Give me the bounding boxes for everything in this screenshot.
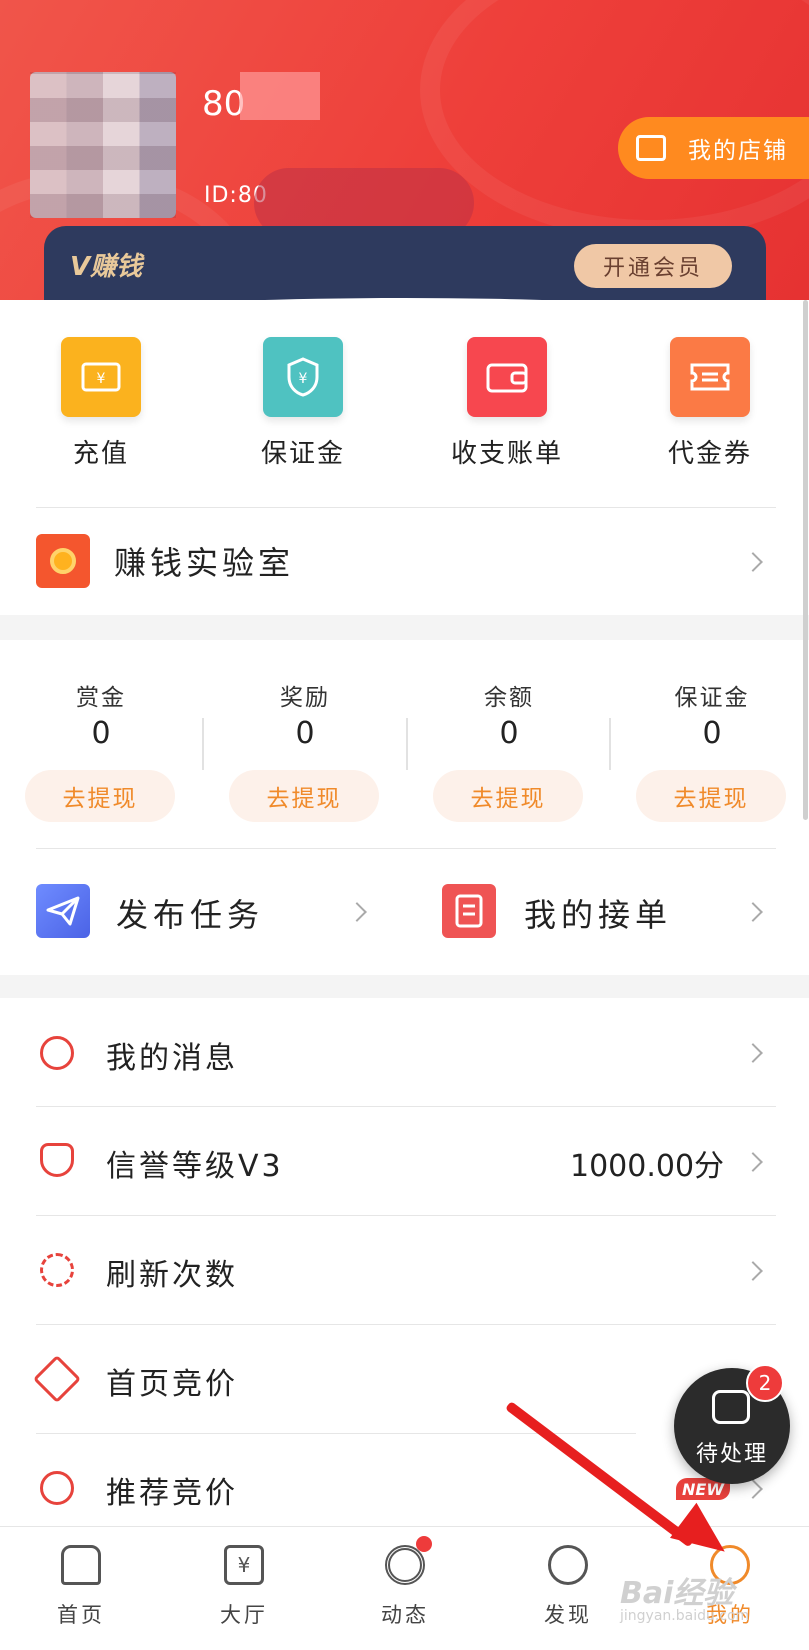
username-mosaic [240,72,320,120]
tab-home[interactable]: 首页 [26,1545,136,1629]
publish-task-label[interactable]: 发布任务 [116,890,264,936]
wallet-icon [467,337,547,417]
quick-action-label: 代金券 [667,439,752,469]
home-icon [61,1545,101,1585]
divider [36,848,776,849]
quick-action-label: 收支账单 [450,439,563,469]
balance-value: 0 [295,716,315,751]
divider [36,1215,776,1216]
quick-action-coupons[interactable]: 代金券 [630,337,790,470]
ticket-yen-icon: ¥ [61,337,141,417]
tab-label: 首页 [57,1603,105,1627]
yen-coin-icon [40,1471,74,1505]
credit-shield-icon [40,1143,74,1177]
compass-icon [548,1545,588,1585]
pending-clock-icon [712,1390,750,1424]
menu-item-home-bidding[interactable]: 首页竞价 [106,1359,238,1403]
broadcast-icon [385,1536,432,1585]
withdraw-button[interactable]: 去提现 [25,770,175,822]
divider [406,718,408,770]
balance-label: 赏金 [76,685,126,711]
watermark-url: jingyan.baidu.com [620,1608,750,1624]
balance-value: 0 [499,716,519,751]
quick-action-bills[interactable]: 收支账单 [427,337,587,470]
shield-yen-icon: ¥ [263,337,343,417]
divider [609,718,611,770]
message-icon [40,1036,74,1070]
my-shop-label: 我的店铺 [688,138,788,164]
money-lab-label[interactable]: 赚钱实验室 [114,538,294,584]
pending-label: 待处理 [695,1442,768,1467]
scrollbar[interactable] [803,300,808,820]
withdraw-button[interactable]: 去提现 [433,770,583,822]
balance-label: 保证金 [674,685,750,711]
vip-logo: V赚钱 [70,252,143,282]
balance-bounty: 赏金 0 [21,678,181,751]
notification-dot [416,1536,432,1552]
coin-icon [36,534,90,588]
divider [202,718,204,770]
pending-floating-button[interactable]: 待处理 2 [674,1364,790,1484]
order-list-icon [442,884,496,938]
quick-action-label: 保证金 [260,439,345,469]
tab-label: 动态 [381,1603,429,1627]
pending-count-badge: 2 [746,1364,784,1402]
svg-text:¥: ¥ [299,371,308,387]
tab-discover[interactable]: 发现 [513,1545,623,1629]
quick-action-deposit[interactable]: ¥ 保证金 [223,337,383,470]
quick-action-recharge[interactable]: ¥ 充值 [21,337,181,470]
menu-item-credit-level[interactable]: 信誉等级V3 [106,1141,284,1185]
divider [36,1106,776,1107]
username: 80 [202,84,246,124]
withdraw-button[interactable]: 去提现 [636,770,786,822]
hall-icon: ¥ [224,1545,264,1585]
divider [36,1324,776,1325]
refresh-icon [40,1253,74,1287]
balance-value: 0 [91,716,111,751]
tab-feed[interactable]: 动态 [350,1536,460,1629]
svg-text:¥: ¥ [97,371,106,387]
avatar[interactable] [30,72,176,218]
coupon-icon [670,337,750,417]
divider [36,507,776,508]
menu-item-messages[interactable]: 我的消息 [106,1033,238,1077]
watermark-logo: Bai经验 [620,1576,734,1611]
menu-item-refresh-count[interactable]: 刷新次数 [106,1250,238,1294]
shop-icon [636,135,666,161]
balance-label: 余额 [484,685,534,711]
quick-action-label: 充值 [72,439,129,469]
credit-score: 1000.00分 [570,1149,725,1184]
balance-label: 奖励 [280,685,330,711]
my-shop-button[interactable]: 我的店铺 [618,117,809,179]
withdraw-button[interactable]: 去提现 [229,770,379,822]
balance-deposit: 保证金 0 [632,678,792,751]
my-orders-label[interactable]: 我的接单 [524,890,672,936]
tab-label: 大厅 [220,1603,268,1627]
open-vip-button[interactable]: 开通会员 [574,244,732,288]
balance-remaining: 余额 0 [429,678,589,751]
balance-value: 0 [702,716,722,751]
tab-label: 发现 [544,1603,592,1627]
paper-plane-icon [36,884,90,938]
balance-reward: 奖励 0 [225,678,385,751]
menu-item-recommend-bidding[interactable]: 推荐竞价 [106,1468,238,1512]
tab-hall[interactable]: ¥ 大厅 [189,1545,299,1629]
